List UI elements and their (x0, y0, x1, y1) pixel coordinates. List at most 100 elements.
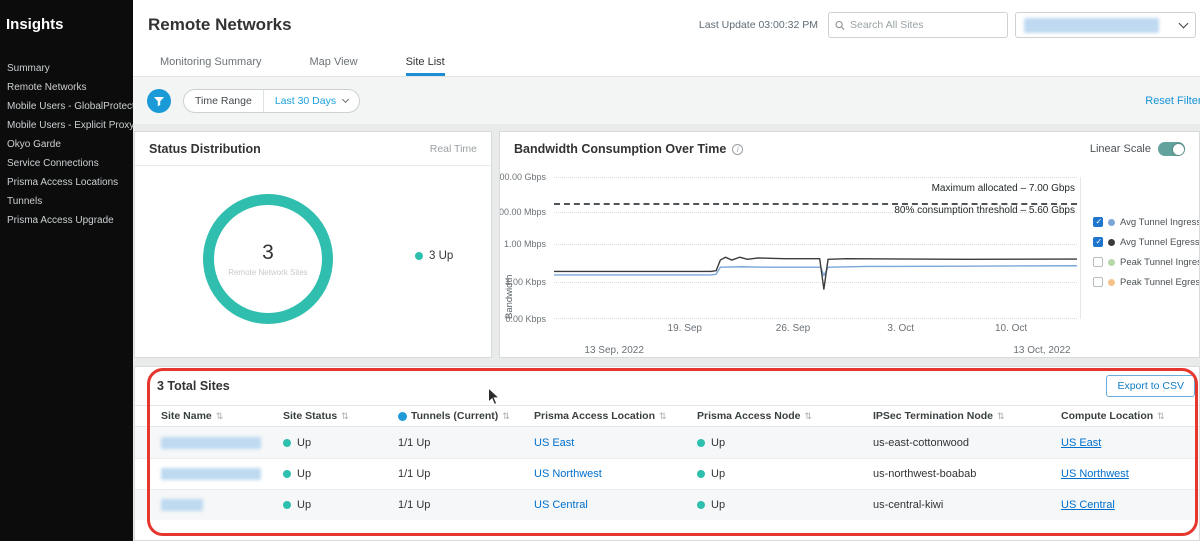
max-allocated-annotation: Maximum allocated – 7.00 Gbps (932, 183, 1075, 194)
x-tick: 3. Oct (887, 323, 914, 334)
funnel-icon (153, 95, 165, 107)
sidebar-item-summary[interactable]: Summary (0, 59, 133, 78)
chevron-down-icon (1179, 18, 1189, 28)
sidebar-item-prisma-access-upgrade[interactable]: Prisma Access Upgrade (0, 211, 133, 230)
sidebar-item-mobile-users-globalprotect[interactable]: Mobile Users - GlobalProtect (0, 97, 133, 116)
x-tick: 26. Sep (776, 323, 810, 334)
info-icon[interactable] (732, 144, 743, 155)
sidebar-item-prisma-access-locations[interactable]: Prisma Access Locations (0, 173, 133, 192)
up-status-dot (283, 501, 291, 509)
pa-location-link[interactable]: US Northwest (534, 468, 602, 480)
linear-scale-toggle[interactable] (1158, 142, 1185, 156)
time-range-dropdown[interactable]: Last 30 Days (263, 90, 359, 112)
bandwidth-card-header: Bandwidth Consumption Over Time Linear S… (500, 132, 1199, 166)
table-header-row: 3 Total Sites Export to CSV (135, 367, 1199, 405)
tenant-name-redacted (1024, 18, 1159, 33)
linear-scale-label: Linear Scale (1090, 143, 1151, 155)
x-tick: 19. Sep (668, 323, 702, 334)
tab-site-list[interactable]: Site List (406, 50, 445, 76)
legend-label: Peak Tunnel Egress (1120, 277, 1200, 288)
chart-legend: Avg Tunnel Ingress Avg Tunnel Egress Pea (1081, 212, 1199, 292)
table-body: Up 1/1 Up US East Up us-east-cottonwood … (135, 427, 1199, 520)
sort-icon[interactable]: ⇅ (997, 411, 1005, 422)
sidebar-item-mobile-users-explicit-proxy[interactable]: Mobile Users - Explicit Proxy (0, 116, 133, 135)
col-site-status: Site Status⇅ (275, 410, 390, 422)
time-range-chip: Time Range Last 30 Days (183, 89, 360, 113)
status-distribution-card: Status Distribution Real Time 3 Remote N… (134, 131, 492, 358)
sort-icon[interactable]: ⇅ (341, 411, 349, 422)
range-start-label: 13 Sep, 2022 (584, 345, 644, 356)
y-tick: 0.00 Kbps (505, 314, 546, 324)
legend-label: Avg Tunnel Egress (1120, 237, 1200, 248)
sidebar-item-tunnels[interactable]: Tunnels (0, 192, 133, 211)
search-box (828, 12, 1008, 38)
tab-map-view[interactable]: Map View (309, 50, 357, 76)
search-icon (835, 20, 845, 31)
compute-location-link[interactable]: US Central (1061, 499, 1115, 511)
up-status-dot (697, 501, 705, 509)
up-status-dot (697, 439, 705, 447)
sites-table-card: 3 Total Sites Export to CSV Site Name⇅ S… (134, 366, 1200, 541)
sort-icon[interactable]: ⇅ (1157, 411, 1165, 422)
status-donut-chart: 3 Remote Network Sites (203, 194, 333, 324)
col-ipsec-node: IPSec Termination Node⇅ (865, 410, 1053, 422)
sidebar-item-service-connections[interactable]: Service Connections (0, 154, 133, 173)
y-tick: 1.00 Kbps (505, 277, 546, 287)
pa-location-link[interactable]: US East (534, 437, 574, 449)
search-input[interactable] (850, 19, 1001, 31)
legend-item-avg-tunnel-ingress: Avg Tunnel Ingress (1093, 212, 1199, 232)
threshold-annotation: 80% consumption threshold – 5.60 Gbps (894, 205, 1075, 216)
bandwidth-card-title: Bandwidth Consumption Over Time (514, 142, 726, 156)
site-name-redacted[interactable] (161, 437, 261, 449)
col-compute-location: Compute Location⇅ (1053, 410, 1199, 422)
sort-icon[interactable]: ⇅ (659, 411, 667, 422)
legend-checkbox[interactable] (1093, 217, 1103, 227)
tab-bar: Monitoring Summary Map View Site List (133, 50, 1200, 77)
sort-icon[interactable]: ⇅ (502, 411, 510, 422)
filter-button[interactable] (147, 89, 171, 113)
sort-icon[interactable]: ⇅ (805, 411, 813, 422)
col-pa-location: Prisma Access Location⇅ (526, 410, 689, 422)
legend-checkbox[interactable] (1093, 257, 1103, 267)
legend-color-dot (1108, 219, 1115, 226)
legend-checkbox[interactable] (1093, 237, 1103, 247)
table-row: Up 1/1 Up US Northwest Up us-northwest-b… (135, 458, 1199, 489)
up-status-dot (283, 470, 291, 478)
legend-checkbox[interactable] (1093, 277, 1103, 287)
y-tick: 1.00 Mbps (504, 239, 546, 249)
up-status-dot (283, 439, 291, 447)
legend-item-peak-tunnel-egress: Peak Tunnel Egress (1093, 272, 1199, 292)
cards-row: Status Distribution Real Time 3 Remote N… (134, 131, 1200, 358)
tenant-dropdown[interactable] (1015, 12, 1196, 38)
legend-item-avg-tunnel-egress: Avg Tunnel Egress (1093, 232, 1199, 252)
y-axis-ticks: 1000.00 Gbps 1000.00 Mbps 1.00 Mbps 1.00… (500, 166, 548, 357)
export-csv-button[interactable]: Export to CSV (1106, 375, 1195, 397)
filter-bar: Time Range Last 30 Days Reset Filters (133, 77, 1200, 124)
donut-label: Remote Network Sites (228, 268, 308, 277)
range-end-label: 13 Oct, 2022 (1013, 345, 1070, 356)
bandwidth-line-chart (554, 177, 1077, 319)
reset-filters-link[interactable]: Reset Filters (1145, 95, 1200, 107)
compute-location-link[interactable]: US East (1061, 437, 1101, 449)
legend-label: Peak Tunnel Ingress (1120, 257, 1200, 268)
sidebar-item-remote-networks[interactable]: Remote Networks (0, 78, 133, 97)
compute-location-link[interactable]: US Northwest (1061, 468, 1129, 480)
sort-icon[interactable]: ⇅ (216, 411, 224, 422)
legend-color-dot (1108, 239, 1115, 246)
site-name-redacted[interactable] (161, 499, 203, 511)
tab-monitoring-summary[interactable]: Monitoring Summary (160, 50, 261, 76)
bandwidth-card-body: Bandwidth 1000.00 Gbps 1000.00 Mbps 1.00… (500, 166, 1199, 357)
table-column-headers: Site Name⇅ Site Status⇅ Tunnels (Current… (135, 405, 1199, 427)
status-card-title: Status Distribution (149, 142, 261, 156)
site-name-redacted[interactable] (161, 468, 261, 480)
legend-label: Avg Tunnel Ingress (1120, 217, 1200, 228)
table-row: Up 1/1 Up US Central Up us-central-kiwi … (135, 489, 1199, 520)
x-tick: 10. Oct (995, 323, 1027, 334)
legend-item-peak-tunnel-ingress: Peak Tunnel Ingress (1093, 252, 1199, 272)
pa-location-link[interactable]: US Central (534, 499, 588, 511)
y-tick: 1000.00 Mbps (499, 207, 546, 217)
sidebar-item-okyo-garde[interactable]: Okyo Garde (0, 135, 133, 154)
linear-scale-control: Linear Scale (1090, 142, 1185, 156)
legend-color-dot (1108, 279, 1115, 286)
last-update-text: Last Update 03:00:32 PM (699, 19, 818, 31)
